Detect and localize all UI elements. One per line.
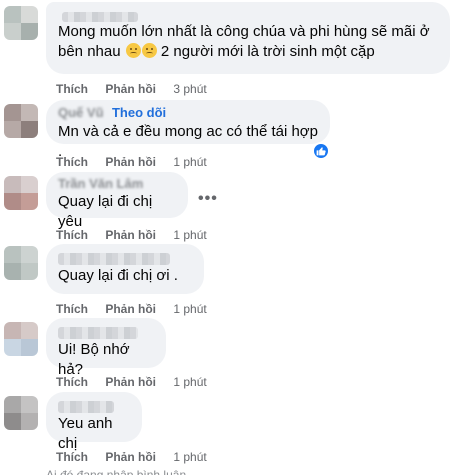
avatar[interactable]	[4, 246, 38, 280]
timestamp[interactable]: 1 phút	[173, 228, 206, 242]
comment-actions: Thích Phản hồi 1 phút	[56, 155, 221, 169]
reply-button[interactable]: Phản hồi	[105, 228, 156, 242]
avatar[interactable]	[4, 104, 38, 138]
comment-actions: Thích Phản hồi 1 phút	[56, 302, 221, 316]
avatar[interactable]	[4, 322, 38, 356]
avatar[interactable]	[4, 396, 38, 430]
comment-actions: Thích Phản hồi 1 phút	[56, 228, 221, 242]
reply-button[interactable]: Phản hồi	[105, 82, 156, 96]
timestamp[interactable]: 1 phút	[173, 375, 206, 389]
author-name[interactable]: Quế Vũ	[58, 106, 104, 120]
like-button[interactable]: Thích	[56, 450, 88, 464]
timestamp[interactable]: 1 phút	[173, 155, 206, 169]
timestamp[interactable]: 1 phút	[173, 302, 206, 316]
avatar[interactable]	[4, 6, 38, 40]
comment-text: Quay lại đi chị yêu	[58, 193, 153, 230]
timestamp[interactable]: 1 phút	[173, 450, 206, 464]
timestamp[interactable]: 3 phút	[173, 82, 206, 96]
comment-text: Quay lại đi chị ơi .	[58, 267, 178, 284]
author-name[interactable]: Trần Văn Lâm	[58, 177, 143, 190]
comment-actions: Thích Phản hồi 1 phút	[56, 375, 221, 389]
like-button[interactable]: Thích	[56, 302, 88, 316]
like-button[interactable]: Thích	[56, 155, 88, 169]
comment-text: Yeu anh chị	[58, 415, 113, 452]
author-name-blurred[interactable]	[62, 11, 138, 22]
reply-button[interactable]: Phản hồi	[105, 155, 156, 169]
comment-bubble: Yeu anh chị	[46, 392, 142, 452]
author-name-blurred[interactable]	[58, 326, 138, 339]
like-button[interactable]: Thích	[56, 228, 88, 242]
sad-face-icon	[125, 43, 141, 58]
comment-text-part: bên nhau	[58, 43, 121, 60]
comment-text-part: 2 người mới là trời sinh một cặp	[160, 43, 375, 60]
avatar[interactable]	[4, 176, 38, 210]
follow-button[interactable]: Theo dõi	[112, 105, 166, 120]
like-button[interactable]: Thích	[56, 375, 88, 389]
comment-text: Mong muốn lớn nhất là công chúa và phi h…	[58, 23, 430, 40]
comment-bubble: Quế Vũ Theo dõi Mn và cả e đều mong ac c…	[46, 100, 330, 160]
comment-bubble: Mong muốn lớn nhất là công chúa và phi h…	[46, 2, 450, 74]
reply-button[interactable]: Phản hồi	[105, 375, 156, 389]
author-name-blurred[interactable]	[58, 400, 114, 413]
like-button[interactable]: Thích	[56, 82, 88, 96]
comment-bubble: Ui! Bộ nhớ hả?	[46, 318, 166, 378]
comment-actions: Thích Phản hồi 1 phút	[56, 450, 221, 464]
comment-bubble: Trần Văn Lâm Quay lại đi chị yêu	[46, 172, 188, 230]
author-name-blurred[interactable]	[58, 252, 170, 265]
comment-actions: Thích Phản hồi 3 phút	[56, 82, 221, 96]
comment-bubble: Quay lại đi chị ơi .	[46, 244, 204, 294]
comment-text: Ui! Bộ nhớ hả?	[58, 341, 130, 378]
comment-text-line-2: bên nhau 2 người mới là trời sinh một cặ…	[58, 42, 438, 62]
reply-button[interactable]: Phản hồi	[105, 302, 156, 316]
more-options-icon[interactable]: •••	[198, 190, 218, 208]
like-icon[interactable]	[312, 142, 330, 160]
sad-face-icon	[141, 43, 157, 58]
reply-button[interactable]: Phản hồi	[105, 450, 156, 464]
typing-indicator: Ai đó đang nhập bình luận...	[46, 468, 197, 476]
